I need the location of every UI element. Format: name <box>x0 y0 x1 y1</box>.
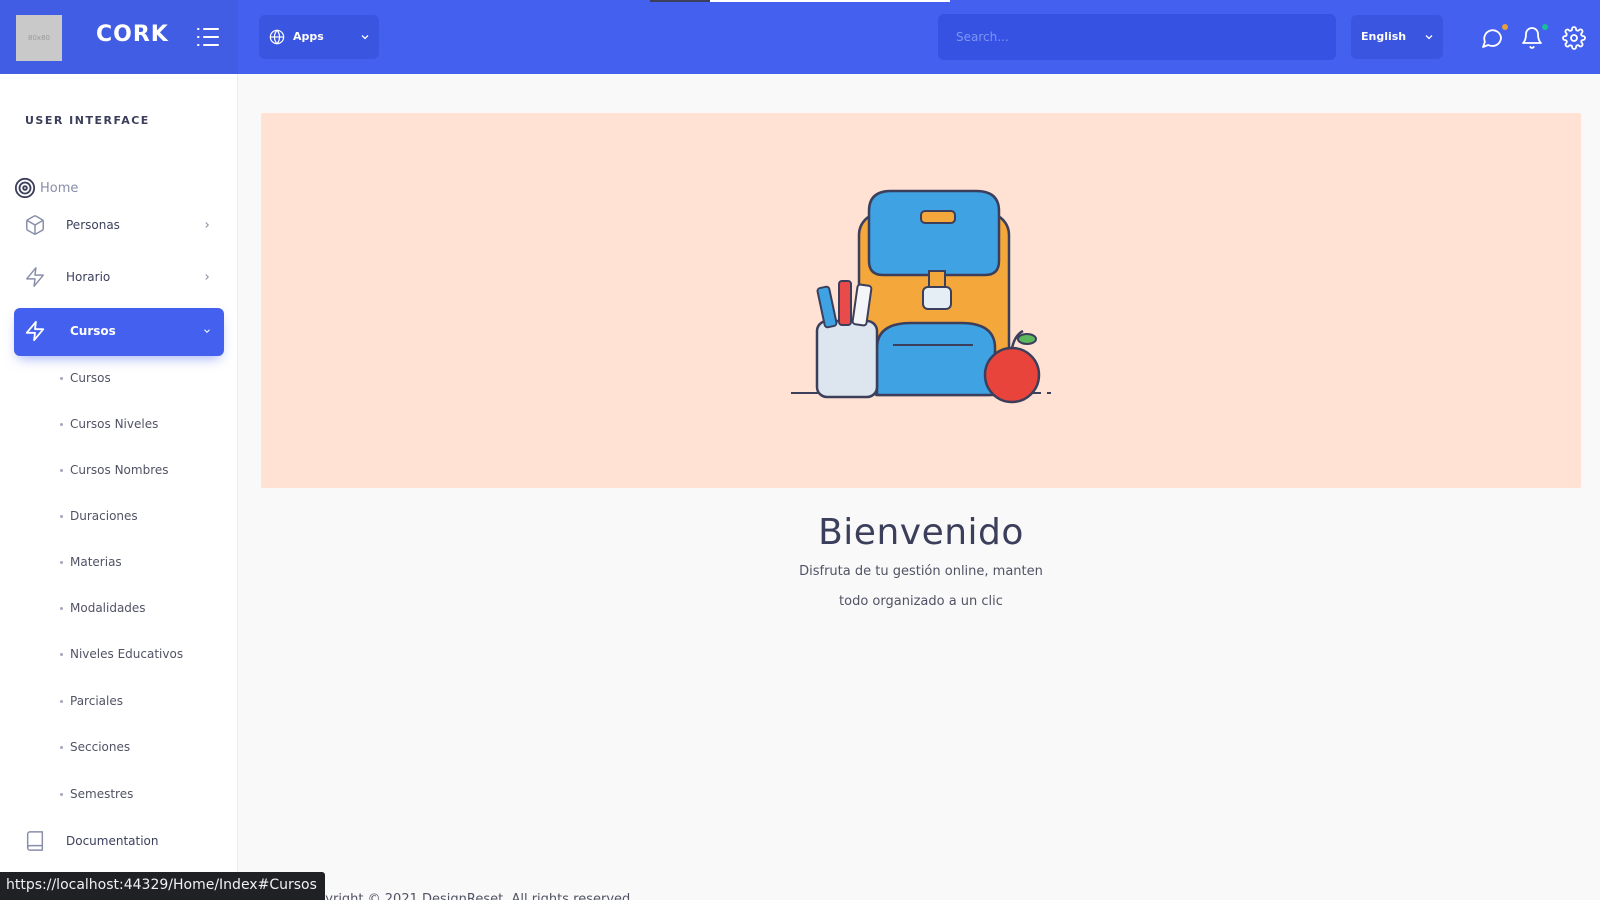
chevron-right-icon <box>205 222 209 228</box>
globe-icon <box>269 29 285 45</box>
submenu-item-secciones[interactable]: Secciones <box>60 737 130 757</box>
submenu-item-label: Niveles Educativos <box>70 647 184 661</box>
sidebar-toggle-button[interactable] <box>196 26 220 48</box>
submenu-item-cursos-nombres[interactable]: Cursos Nombres <box>60 460 169 480</box>
sidebar-item-label: Personas <box>66 218 120 232</box>
submenu-item-label: Cursos <box>70 371 111 385</box>
bullet-dot <box>60 652 63 656</box>
submenu-item-semestres[interactable]: Semestres <box>60 784 133 804</box>
submenu-item-label: Cursos Nombres <box>70 463 169 477</box>
list-icon <box>197 28 219 46</box>
language-dropdown[interactable]: English <box>1351 15 1443 59</box>
brand-name[interactable]: CORK <box>96 22 169 47</box>
welcome-subtitle-line-2: todo organizado a un clic <box>839 594 1003 609</box>
sidebar-item-documentation[interactable]: Documentation <box>14 818 224 866</box>
target-icon <box>14 177 36 199</box>
sidebar-item-label: Home <box>40 180 79 196</box>
bell-icon <box>1522 27 1542 49</box>
welcome-title: Bienvenido <box>818 512 1024 553</box>
footer-copyright: Copyright © 2021 DesignReset, All rights… <box>300 892 635 900</box>
sidebar: USER INTERFACE Home Personas Horario Cur… <box>0 74 238 900</box>
sidebar-item-cursos[interactable]: Cursos <box>14 308 224 356</box>
logo-image[interactable]: 80x80 <box>16 15 62 61</box>
bullet-dot <box>60 792 63 796</box>
top-navbar: 80x80 CORK Apps English <box>0 0 1600 74</box>
zap-icon <box>25 320 45 342</box>
hero-banner <box>261 113 1581 488</box>
chevron-down-icon <box>204 329 210 333</box>
chevron-right-icon <box>205 274 209 280</box>
submenu-item-cursos-niveles[interactable]: Cursos Niveles <box>60 414 158 434</box>
zap-icon <box>26 267 44 287</box>
submenu-item-cursos[interactable]: Cursos <box>60 368 111 388</box>
gear-icon <box>1562 26 1586 50</box>
sidebar-item-home[interactable]: Home <box>14 177 78 199</box>
browser-status-bar-url: https://localhost:44329/Home/Index#Curso… <box>0 872 325 900</box>
messages-indicator-dot <box>1502 24 1508 30</box>
bullet-dot <box>60 699 63 703</box>
chevron-down-icon <box>1425 35 1433 40</box>
settings-button[interactable] <box>1562 26 1586 50</box>
apps-dropdown[interactable]: Apps <box>259 15 379 59</box>
bullet-dot <box>60 376 63 380</box>
search-input[interactable] <box>938 14 1336 60</box>
submenu-item-niveles-educativos[interactable]: Niveles Educativos <box>60 644 183 664</box>
notifications-button[interactable] <box>1520 24 1548 50</box>
backpack-illustration <box>791 189 1051 404</box>
bullet-dot <box>60 422 63 426</box>
bullet-dot <box>60 745 63 749</box>
loading-progress-bar <box>650 0 950 2</box>
box-icon <box>26 215 44 235</box>
language-label: English <box>1361 30 1407 43</box>
sidebar-section-title: USER INTERFACE <box>25 114 150 127</box>
submenu-item-label: Semestres <box>70 787 134 801</box>
sidebar-item-horario[interactable]: Horario <box>14 254 224 302</box>
submenu-item-label: Parciales <box>70 694 123 708</box>
message-circle-icon <box>1482 29 1502 48</box>
book-icon <box>26 831 44 851</box>
submenu-item-label: Secciones <box>70 740 131 754</box>
sidebar-item-label: Documentation <box>66 834 159 848</box>
messages-button[interactable] <box>1480 24 1508 50</box>
chevron-down-icon <box>361 35 369 40</box>
welcome-subtitle-line-1: Disfruta de tu gestión online, manten <box>799 564 1043 579</box>
sidebar-item-label: Cursos <box>70 324 116 338</box>
sidebar-item-personas[interactable]: Personas <box>14 202 224 250</box>
notifications-indicator-dot <box>1542 24 1548 30</box>
sidebar-item-label: Horario <box>66 270 111 284</box>
submenu-item-label: Cursos Niveles <box>70 417 159 431</box>
submenu-item-parciales[interactable]: Parciales <box>60 691 123 711</box>
bullet-dot <box>60 468 63 472</box>
apps-dropdown-label: Apps <box>293 30 324 43</box>
